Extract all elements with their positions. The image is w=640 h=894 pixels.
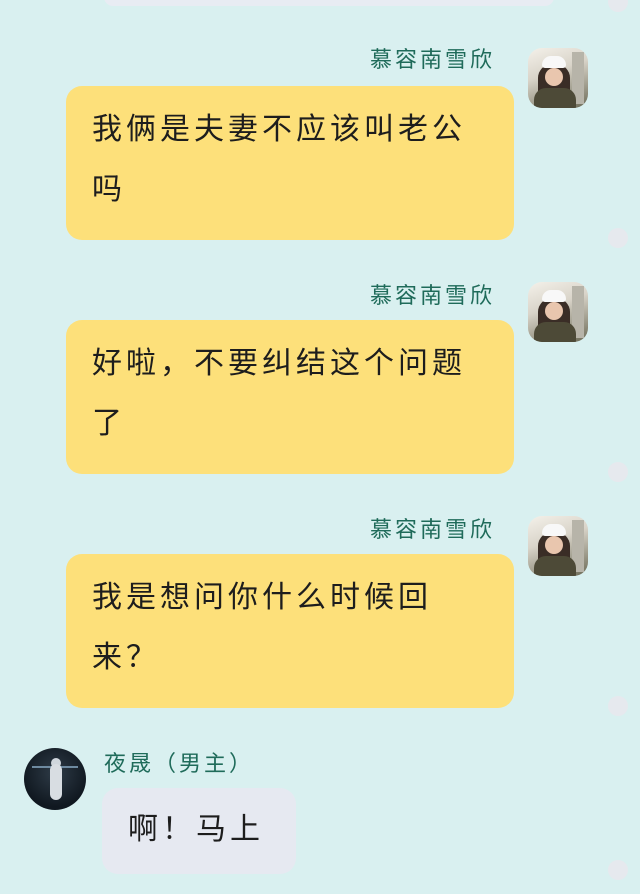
sender-name: 慕容南雪欣 (370, 48, 496, 73)
select-dot-icon[interactable] (608, 228, 628, 248)
message-line: 我俩是夫妻不应该叫老公 (92, 112, 466, 147)
message-bubble[interactable]: 啊！马上 (102, 788, 296, 874)
previous-message-bubble (104, 0, 554, 6)
select-dot-icon[interactable] (608, 462, 628, 482)
message-line: 吗 (92, 172, 126, 207)
message-line: 我是想问你什么时候回 (92, 580, 432, 615)
message-line: 啊！马上 (128, 812, 264, 847)
sender-name: 慕容南雪欣 (370, 284, 496, 309)
select-dot-icon[interactable] (608, 696, 628, 716)
sender-avatar[interactable] (24, 748, 86, 810)
select-dot-icon[interactable] (608, 0, 628, 12)
message-bubble[interactable]: 我俩是夫妻不应该叫老公 吗 (66, 86, 514, 240)
message-bubble[interactable]: 好啦，不要纠结这个问题 了 (66, 320, 514, 474)
sender-avatar[interactable] (528, 282, 588, 342)
message-line: 了 (92, 406, 126, 441)
sender-avatar[interactable] (528, 516, 588, 576)
sender-name: 夜晟（男主） (104, 752, 255, 777)
message-line: 来？ (92, 640, 160, 675)
message-line: 好啦，不要纠结这个问题 (92, 346, 466, 381)
sender-name: 慕容南雪欣 (370, 518, 496, 543)
message-bubble[interactable]: 我是想问你什么时候回 来？ (66, 554, 514, 708)
sender-avatar[interactable] (528, 48, 588, 108)
select-dot-icon[interactable] (608, 860, 628, 880)
